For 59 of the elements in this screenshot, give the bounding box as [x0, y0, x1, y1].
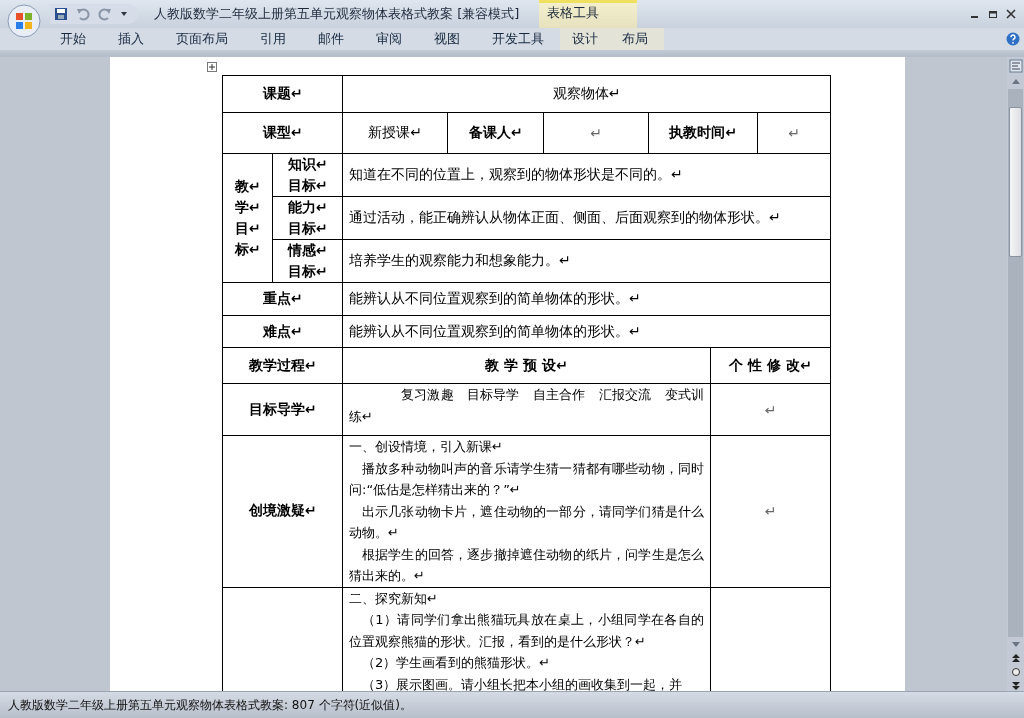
browse-object-icon[interactable]	[1010, 667, 1021, 677]
table-cell: 能辨认从不同位置观察到的简单物体的形状。↵	[342, 315, 831, 348]
table-header-cell: 教 学 预 设↵	[342, 347, 711, 384]
ribbon-tab[interactable]: 布局	[610, 28, 664, 50]
close-icon[interactable]	[1006, 9, 1016, 19]
scroll-thumb[interactable]	[1009, 107, 1022, 257]
maximize-icon[interactable]	[988, 9, 998, 19]
table-cell: 能辨认从不同位置观察到的简单物体的形状。↵	[342, 282, 831, 316]
cell-paragraph: （1）请同学们拿出熊猫玩具放在桌上，小组同学在各自的位置观察熊猫的形状。汇报，看到的是什么形状？↵	[349, 611, 704, 651]
table-cell: 备课人↵	[447, 112, 544, 154]
table-cell: 目标导学↵	[222, 383, 343, 436]
cell-paragraph: 播放多种动物叫声的音乐请学生猜一猜都有哪些动物，同时问:“低估是怎样猜出来的？”↵	[349, 459, 704, 499]
cell-paragraph: （3）展示图画。请小组长把本小组的画收集到一起，并	[361, 675, 684, 691]
table-cell: ↵	[710, 383, 831, 436]
ruler-toggle-icon[interactable]	[1008, 59, 1023, 73]
table-header-cell: 个 性 修 改↵	[710, 347, 831, 384]
table-cell: 知道在不同的位置上，观察到的物体形状是不同的。↵	[342, 153, 831, 197]
table-cell: 课题↵	[222, 75, 343, 113]
table-cell: ↵	[543, 112, 649, 154]
ribbon-tab[interactable]: 设计	[560, 28, 610, 50]
table-cell: 能力↵ 目标↵	[272, 196, 343, 240]
table-cell: 创境激疑↵	[222, 435, 343, 587]
ribbon-tab[interactable]: 开始	[44, 28, 102, 50]
window-title: 人教版数学二年级上册第五单元观察物体表格式教案 [兼容模式]	[154, 5, 520, 23]
table-cell: 知识↵ 目标↵	[272, 153, 343, 197]
save-icon[interactable]	[54, 7, 68, 21]
table-cell: 新授课↵	[342, 112, 448, 154]
help-icon[interactable]	[1006, 32, 1020, 46]
table-cell: ↵	[757, 112, 831, 154]
scroll-up-icon[interactable]	[1010, 77, 1021, 85]
table-move-handle-icon[interactable]	[207, 62, 217, 72]
cell-paragraph: 一、创设情境，引入新课↵	[349, 438, 504, 456]
status-text: 人教版数学二年级上册第五单元观察物体表格式教案: 807 个字符(近似值)。	[8, 696, 412, 714]
table-cell: ↵	[710, 435, 831, 587]
table-cell: 难点↵	[222, 315, 343, 348]
customize-caret-icon[interactable]	[120, 10, 128, 18]
ribbon-tab[interactable]: 引用	[244, 28, 302, 50]
table-cell: 课型↵	[222, 112, 343, 154]
context-group-label: 表格工具	[539, 0, 638, 28]
table-cell: 通过活动，能正确辨认从物体正面、侧面、后面观察到的物体形状。↵	[342, 196, 831, 240]
table-cell: 执教时间↵	[648, 112, 758, 154]
table-cell: 重点↵	[222, 282, 343, 316]
cell-paragraph: 出示几张动物卡片，遮住动物的一部分，请同学们猜是什么动物。↵	[349, 502, 704, 542]
cell-paragraph: 根据学生的回答，逐步撤掉遮住动物的纸片，问学生是怎么猜出来的。↵	[349, 545, 704, 585]
ribbon-tab[interactable]: 邮件	[302, 28, 360, 50]
ribbon-tab[interactable]: 审阅	[360, 28, 418, 50]
table-cell: 观察物体↵	[342, 75, 831, 113]
ribbon-tab[interactable]: 开发工具	[476, 28, 560, 50]
ribbon-tab[interactable]: 页面布局	[160, 28, 244, 50]
cell-paragraph: （2）学生画看到的熊猫形状。↵	[361, 654, 552, 672]
table-cell: 情感↵ 目标↵	[272, 239, 343, 283]
ribbon-tab[interactable]: 插入	[102, 28, 160, 50]
cell-paragraph: 复习激趣 目标导学 自主合作 汇报交流 变式训练↵	[349, 386, 704, 426]
cell-paragraph: 二、探究新知↵	[349, 589, 439, 608]
table-cell: 培养学生的观察能力和想象能力。↵	[342, 239, 831, 283]
table-header-cell: 教学过程↵	[222, 347, 343, 384]
previous-page-icon[interactable]	[1010, 653, 1021, 663]
ribbon-tab[interactable]: 视图	[418, 28, 476, 50]
table-cell: 教↵ 学↵ 目↵ 标↵	[222, 153, 273, 283]
